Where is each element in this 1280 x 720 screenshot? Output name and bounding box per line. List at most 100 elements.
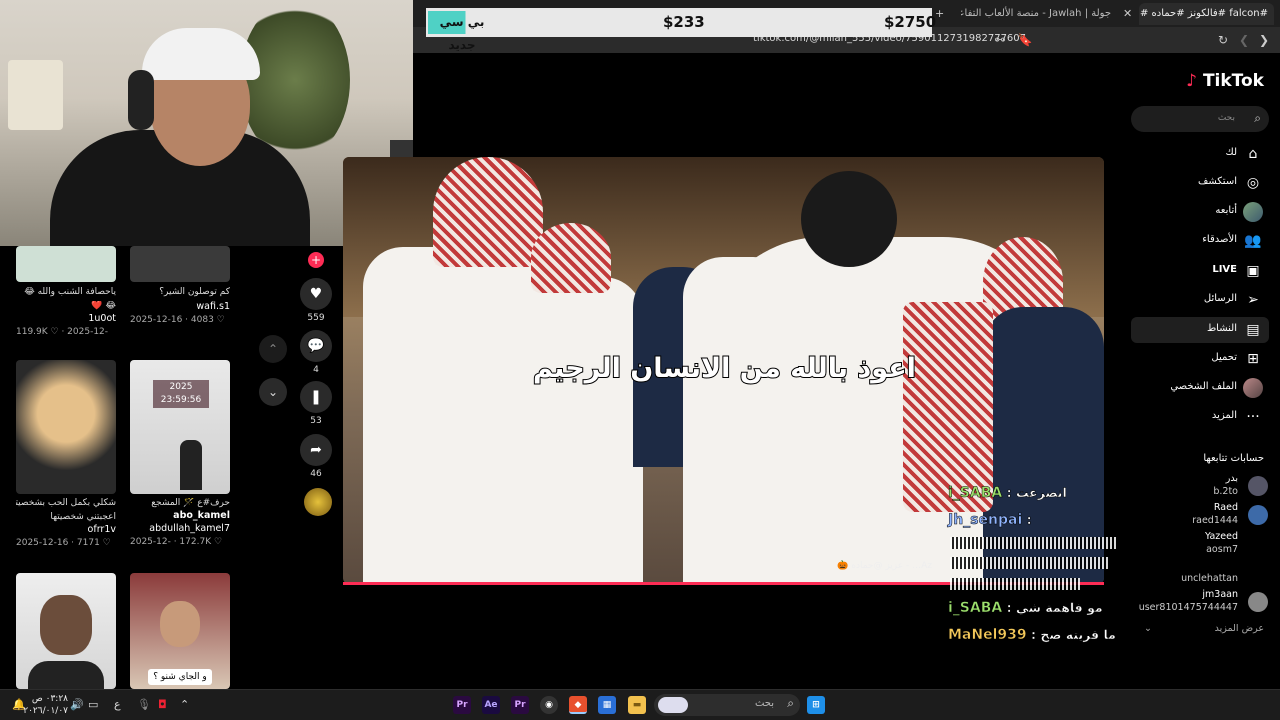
feed-card[interactable]: ياحصافة الشنب والله 😂 😂 ❤️ 1u0ot 119.9K … [16, 246, 116, 337]
nav-label: لك [1225, 147, 1237, 158]
comment-icon[interactable]: 💬 [300, 330, 332, 362]
premiere-icon[interactable]: Pr [511, 696, 529, 714]
account-name: jm3aan [1202, 589, 1238, 600]
search-placeholder: بحث [1217, 113, 1235, 123]
feed-thumb-face [40, 595, 92, 655]
sidebar-search[interactable]: بحث ⌕ [1131, 106, 1269, 132]
search-icon[interactable]: ⌕ [1254, 111, 1261, 126]
nav-label: استكشف [1198, 176, 1237, 187]
windows-taskbar: 🔔 ٠٣:٢٨ ص ٢٠٢٦/٠١/٠٧ 🔊 ▭ ع 🎙 ◘ ⌃ Pr Ae P… [0, 689, 1280, 720]
feed-thumbnail[interactable]: و الجاي شنو ؟ [130, 573, 230, 689]
scroll-up-icon[interactable]: ⌃ [259, 335, 287, 363]
comment-action[interactable]: 💬 4 [300, 330, 332, 375]
account-item[interactable]: unclehattan [1138, 560, 1268, 586]
account-item[interactable]: بدر b.2to [1138, 473, 1268, 499]
tiktok-logo[interactable]: ♪ TikTok [1186, 71, 1264, 91]
volume-icon[interactable]: 🔊 [70, 698, 84, 711]
site-settings-icon[interactable]: ⚯ [991, 31, 1009, 49]
feed-card[interactable]: و الجاي شنو ؟ [130, 573, 230, 689]
nav-explore[interactable]: استكشف ◎ [1131, 170, 1269, 196]
feed-user[interactable]: ofrr1v [16, 524, 116, 535]
account-item[interactable]: Yazeed aosm7 [1138, 531, 1268, 557]
nav-profile[interactable]: الملف الشخصي [1131, 375, 1269, 401]
feed-user[interactable]: 1u0ot [16, 313, 116, 324]
share-action[interactable]: ➦ 46 [300, 434, 332, 479]
nav-activity[interactable]: النشاط ▤ [1131, 317, 1269, 343]
feed-thumbnail[interactable] [16, 360, 116, 494]
brave-browser-icon[interactable]: ◆ [569, 696, 587, 714]
mic-icon[interactable]: 🎙 [137, 698, 151, 711]
scroll-down-icon[interactable]: ⌄ [259, 378, 287, 406]
premiere-icon[interactable]: Pr [453, 696, 471, 714]
avatar[interactable] [1248, 592, 1268, 612]
feed-user[interactable]: abdullah_kamel7 [130, 523, 230, 534]
microsoft-store-icon[interactable]: ▦ [598, 696, 616, 714]
file-explorer-icon[interactable]: ▬ [628, 696, 646, 714]
nav-label: أتابعه [1215, 205, 1237, 216]
follow-plus-icon[interactable]: + [308, 252, 324, 268]
nav-for-you[interactable]: لك ⌂ [1131, 141, 1269, 167]
taskbar-search[interactable]: بحث ⌕ [654, 694, 800, 716]
feed-card[interactable]: كم توصلون الشير؟ wafi.s1 2025-12-16 · 40… [130, 246, 230, 325]
chat-garbled-line [950, 578, 1080, 590]
feed-thumbnail[interactable]: 2025 23:59:56 [130, 360, 230, 494]
feed-thumbnail[interactable] [130, 246, 230, 282]
reload-icon[interactable]: ↻ [1214, 31, 1232, 49]
show-more-link[interactable]: ⌄ عرض المزيد [1144, 623, 1264, 634]
feed-thumb-person [180, 440, 202, 490]
heart-icon[interactable]: ♥ [300, 278, 332, 310]
like-action[interactable]: ♥ 559 [300, 278, 332, 323]
weather-icon [658, 697, 688, 713]
tray-app-icon[interactable]: ◘ [158, 698, 167, 711]
tiktok-logo-text: TikTok [1202, 71, 1264, 91]
friends-icon: 👥 [1244, 233, 1262, 249]
score-overlay: بي سي جديد $233 $2750 [426, 8, 936, 52]
nav-friends[interactable]: الأصدقاء 👥 [1131, 228, 1269, 254]
feed-stats: 2025-12-16 · 7171 ♡ [16, 538, 111, 548]
feed-user-name[interactable]: abo_kamel [130, 510, 230, 521]
feed-user[interactable]: wafi.s1 [130, 301, 230, 312]
feed-thumbnail[interactable] [16, 573, 116, 689]
share-icon[interactable]: ➦ [300, 434, 332, 466]
nav-more[interactable]: المزيد ··· [1131, 404, 1269, 430]
nav-live[interactable]: LIVE ▣ [1131, 258, 1269, 284]
bookmark-icon[interactable]: ❚ [300, 381, 332, 413]
chat-message: i_SABA انصرعت : [948, 485, 1067, 502]
feed-card[interactable]: شكلي بكمل الحب بشخصيتها اعجبتني شخصيتها … [16, 360, 116, 548]
taskbar-search-placeholder: بحث [754, 698, 774, 709]
nav-upload[interactable]: تحميل ⊞ [1131, 346, 1269, 372]
windows-start-icon[interactable]: ⊞ [807, 696, 825, 714]
save-action[interactable]: ❚ 53 [300, 381, 332, 426]
network-icon[interactable]: ▭ [88, 698, 98, 711]
tiktok-sidebar: ♪ TikTok بحث ⌕ لك ⌂ استكشف ◎ أتابعه الأص… [1118, 53, 1280, 689]
nav-following[interactable]: أتابعه [1131, 199, 1269, 225]
account-username: user8101475744447 [1138, 602, 1238, 613]
chat-message: Jh_senpai : [948, 512, 1032, 529]
feed-card[interactable] [16, 573, 116, 689]
bookmark-icon[interactable]: 🔖 [1016, 31, 1034, 49]
chevron-up-icon[interactable]: ⌃ [180, 698, 189, 711]
feed-card[interactable]: 2025 23:59:56 حرف#ع 🪄 المشجع abo_kamel a… [130, 360, 230, 547]
forward-icon[interactable]: ❮ [1235, 31, 1253, 49]
tab-active[interactable]: #falcon #فالكونز #حماده #عزيز @ [1139, 3, 1274, 25]
after-effects-icon[interactable]: Ae [482, 696, 500, 714]
music-disc-icon[interactable] [304, 488, 332, 516]
system-clock[interactable]: ٠٣:٢٨ ص ٢٠٢٦/٠١/٠٧ [23, 693, 68, 717]
nav-messages[interactable]: الرسائل ➢ [1131, 287, 1269, 313]
feed-thumbnail[interactable] [16, 246, 116, 282]
close-tab-icon[interactable]: ✕ [1123, 3, 1132, 25]
messages-icon: ➢ [1247, 292, 1259, 308]
compass-icon: ◎ [1246, 175, 1260, 191]
language-indicator[interactable]: ع [114, 698, 121, 711]
tab-jawlah[interactable]: جولة | Jawlah - منصة الألعاب التفاعلية [961, 3, 1111, 25]
obs-icon[interactable]: ◉ [540, 696, 558, 714]
clock-date: ٢٠٢٦/٠١/٠٧ [23, 706, 68, 716]
account-item[interactable]: Raed raed1444 [1138, 502, 1268, 528]
new-tab-icon[interactable]: + [935, 3, 944, 25]
back-icon[interactable]: ❯ [1255, 31, 1273, 49]
avatar[interactable] [1248, 505, 1268, 525]
account-item[interactable]: jm3aan user8101475744447 [1138, 589, 1268, 615]
avatar[interactable] [1248, 476, 1268, 496]
webcam-person-cap [142, 28, 260, 80]
chat-message: i_SABA مو فاهمة شي : [948, 600, 1103, 617]
